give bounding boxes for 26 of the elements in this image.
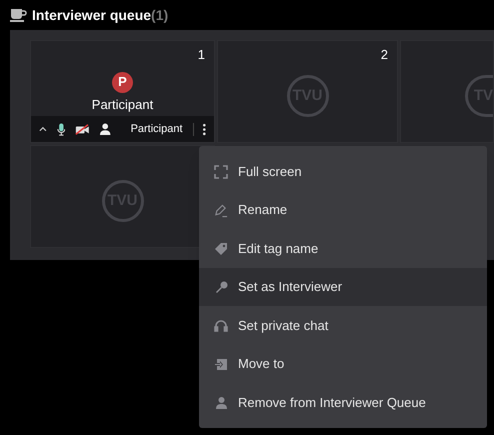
menu-item[interactable]: Full screen xyxy=(199,152,487,191)
microphone-icon[interactable] xyxy=(56,122,66,136)
pencil-icon xyxy=(214,202,228,218)
menu-item[interactable]: Set as Interviewer xyxy=(199,268,487,306)
headset-icon xyxy=(214,318,228,332)
menu-item[interactable]: Set private chat xyxy=(199,306,487,345)
tile-number: 1 xyxy=(198,46,205,64)
move-icon xyxy=(214,358,228,370)
menu-item[interactable]: Remove from Interviewer Queue xyxy=(199,383,487,422)
microphone-icon xyxy=(214,280,228,294)
participant-name: Participant xyxy=(92,96,154,114)
caret-up-icon[interactable] xyxy=(39,126,47,132)
queue-title: Interviewer queue(1) xyxy=(32,6,168,25)
avatar: P xyxy=(112,72,133,92)
tile-number: 2 xyxy=(380,46,388,64)
role-label: Participant xyxy=(130,122,183,137)
menu-item[interactable]: Rename xyxy=(199,190,487,230)
tag-icon xyxy=(214,242,228,256)
coffee-cup-icon xyxy=(10,8,27,22)
person-icon[interactable] xyxy=(100,122,111,136)
person-icon xyxy=(214,396,228,409)
fullscreen-icon xyxy=(214,164,228,178)
menu-item[interactable]: Move to xyxy=(199,344,487,384)
camera-icon[interactable] xyxy=(75,122,90,136)
menu-item[interactable]: Edit tag name xyxy=(199,229,487,268)
more-icon[interactable] xyxy=(203,122,206,136)
